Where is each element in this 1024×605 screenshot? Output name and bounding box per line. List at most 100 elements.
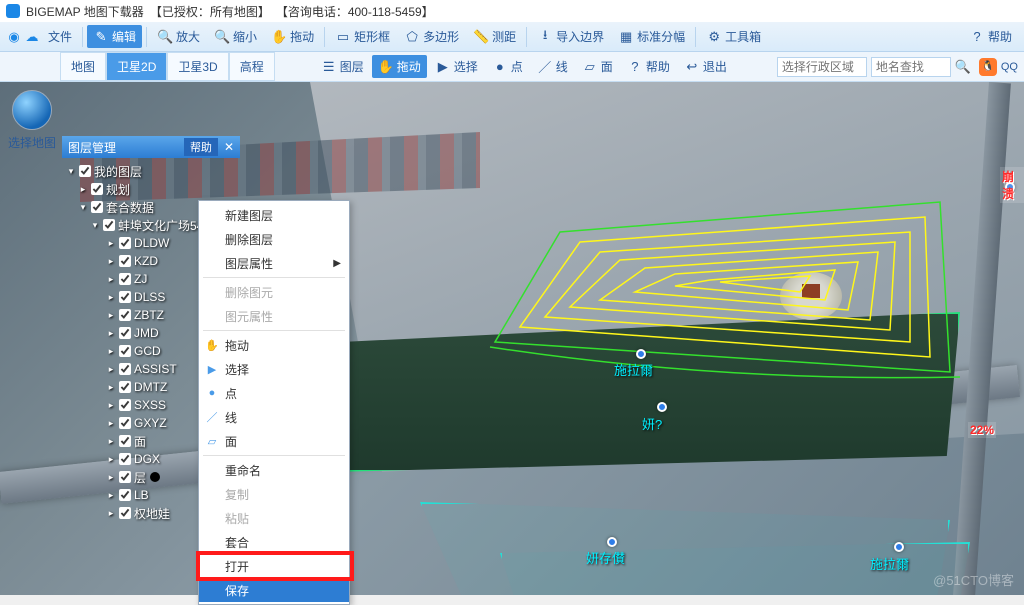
cloud-icon[interactable]: ☁ (24, 29, 40, 45)
marker-label-2: 妍? (642, 414, 662, 433)
layer-button[interactable]: ☰图层 (315, 55, 370, 78)
ctx-line[interactable]: ／线 (199, 405, 349, 429)
marker-label-1: 施拉爾 (614, 360, 653, 379)
ctx-open[interactable]: 打开 (199, 554, 349, 578)
redtag-3: 22% (968, 422, 996, 438)
marker-1[interactable] (636, 349, 646, 359)
contour-lines (470, 142, 970, 432)
help2-button[interactable]: ?帮助 (621, 55, 676, 78)
grid-button[interactable]: ▦标准分幅 (612, 25, 691, 48)
tab-sat2d[interactable]: 卫星2D (106, 52, 167, 81)
cursor-icon: ▶ (435, 59, 451, 75)
layer-panel-header[interactable]: 图层管理 帮助 ✕ (62, 136, 240, 158)
select-button[interactable]: ▶选择 (429, 55, 484, 78)
qq-icon[interactable]: 🐧 (979, 58, 997, 76)
ctx-elem-prop: 图元属性 (199, 304, 349, 328)
zoomin-icon: 🔍 (157, 29, 173, 45)
ctx-rename[interactable]: 重命名 (199, 458, 349, 482)
line-button[interactable]: ／线 (531, 55, 574, 78)
import-button[interactable]: ⭳导入边界 (531, 25, 610, 48)
ctx-merge[interactable]: 套合 (199, 530, 349, 554)
help-button[interactable]: ?帮助 (963, 25, 1018, 48)
toolbox-button[interactable]: ⚙工具箱 (700, 25, 767, 48)
marker-3[interactable] (607, 537, 617, 547)
sub-toolbar: 地图 卫星2D 卫星3D 高程 ☰图层 ✋拖动 ▶选择 ●点 ／线 ▱面 ?帮助… (0, 52, 1024, 82)
zoomout-icon: 🔍 (214, 29, 230, 45)
hand-icon: ✋ (378, 59, 394, 75)
auth-text: 【已授权：所有地图】 (150, 3, 270, 20)
hand-icon: ✋ (271, 29, 287, 45)
point-button[interactable]: ●点 (486, 55, 529, 78)
help-icon: ? (969, 29, 985, 45)
context-menu: 新建图层 删除图层 图层属性▶ 删除图元 图元属性 ✋拖动 ▶选择 ●点 ／线 … (198, 200, 350, 605)
ctx-paste: 粘贴 (199, 506, 349, 530)
marker-4[interactable] (894, 542, 904, 552)
titlebar: BIGEMAP 地图下载器 【已授权：所有地图】 【咨询电话：400-118-5… (0, 0, 1024, 22)
search-icon[interactable]: 🔍 (955, 59, 971, 75)
ctx-new-layer[interactable]: 新建图层 (199, 203, 349, 227)
tab-sat3d[interactable]: 卫星3D (167, 52, 228, 81)
file-menu[interactable]: 文件 (42, 25, 78, 48)
ctx-copy: 复制 (199, 482, 349, 506)
exit-button[interactable]: ↩退出 (678, 55, 733, 78)
hand-icon: ✋ (205, 339, 219, 352)
poly-icon: ▱ (205, 435, 219, 448)
import-icon: ⭳ (537, 29, 553, 45)
ctx-poly[interactable]: ▱面 (199, 429, 349, 453)
main-toolbar: ◉ ☁ 文件 ✎编辑 🔍放大 🔍缩小 ✋拖动 ▭矩形框 ⬠多边形 📏测距 ⭳导入… (0, 22, 1024, 52)
ctx-del-elem: 删除图元 (199, 280, 349, 304)
line-icon: ／ (537, 59, 553, 75)
edit-icon: ✎ (93, 29, 109, 45)
poly2-button[interactable]: ▱面 (576, 55, 619, 78)
qq-label: QQ (1001, 61, 1018, 73)
poly-icon: ▱ (582, 59, 598, 75)
rect-button[interactable]: ▭矩形框 (329, 25, 396, 48)
zoomin-button[interactable]: 🔍放大 (151, 25, 206, 48)
poly-icon: ⬠ (404, 29, 420, 45)
cursor-icon: ▶ (205, 363, 219, 376)
tree-root[interactable]: ▾我的图层 (66, 162, 240, 180)
drag-button[interactable]: ✋拖动 (372, 55, 427, 78)
layers-icon: ☰ (321, 59, 337, 75)
ctx-drag[interactable]: ✋拖动 (199, 333, 349, 357)
edit-button[interactable]: ✎编辑 (87, 25, 142, 48)
help-icon: ? (627, 59, 643, 75)
app-logo (6, 4, 20, 18)
phone-text: 【咨询电话：400-118-5459】 (276, 3, 434, 20)
ctx-select[interactable]: ▶选择 (199, 357, 349, 381)
app-title: BIGEMAP 地图下载器 (26, 3, 144, 20)
maptype-tabs: 地图 卫星2D 卫星3D 高程 (60, 52, 275, 81)
app-icon: ◉ (6, 29, 22, 45)
redtag-2: 崩溃 (1000, 167, 1024, 203)
gear-icon: ⚙ (706, 29, 722, 45)
search-input[interactable] (871, 57, 951, 77)
marker-label-3: 妍存儧 (586, 548, 625, 567)
layer-panel-title: 图层管理 (68, 139, 116, 156)
marker-label-4: 施拉爾 (870, 554, 909, 573)
zoomout-button[interactable]: 🔍缩小 (208, 25, 263, 48)
tree-gui[interactable]: ▸规划 (66, 180, 240, 198)
pin-icon: ● (205, 387, 219, 399)
ctx-del-layer[interactable]: 删除图层 (199, 227, 349, 251)
tab-map[interactable]: 地图 (60, 52, 106, 81)
globe-icon (12, 90, 52, 130)
marker-2[interactable] (657, 402, 667, 412)
watermark: @51CTO博客 (933, 570, 1014, 589)
select-map-label: 选择地图 (8, 134, 56, 151)
pan-button[interactable]: ✋拖动 (265, 25, 320, 48)
exit-icon: ↩ (684, 59, 700, 75)
poly-button[interactable]: ⬠多边形 (398, 25, 465, 48)
grid-icon: ▦ (618, 29, 634, 45)
dist-button[interactable]: 📏测距 (467, 25, 522, 48)
ctx-point[interactable]: ●点 (199, 381, 349, 405)
ruler-icon: 📏 (473, 29, 489, 45)
select-map-widget[interactable]: 选择地图 (8, 90, 56, 151)
layer-help-button[interactable]: 帮助 (184, 138, 218, 156)
rect-icon: ▭ (335, 29, 351, 45)
close-icon[interactable]: ✕ (224, 140, 234, 154)
tab-elev[interactable]: 高程 (229, 52, 275, 81)
ctx-layer-prop[interactable]: 图层属性▶ (199, 251, 349, 275)
ctx-save[interactable]: 保存 (199, 578, 349, 602)
region-input[interactable] (777, 57, 867, 77)
pin-icon: ● (492, 59, 508, 75)
